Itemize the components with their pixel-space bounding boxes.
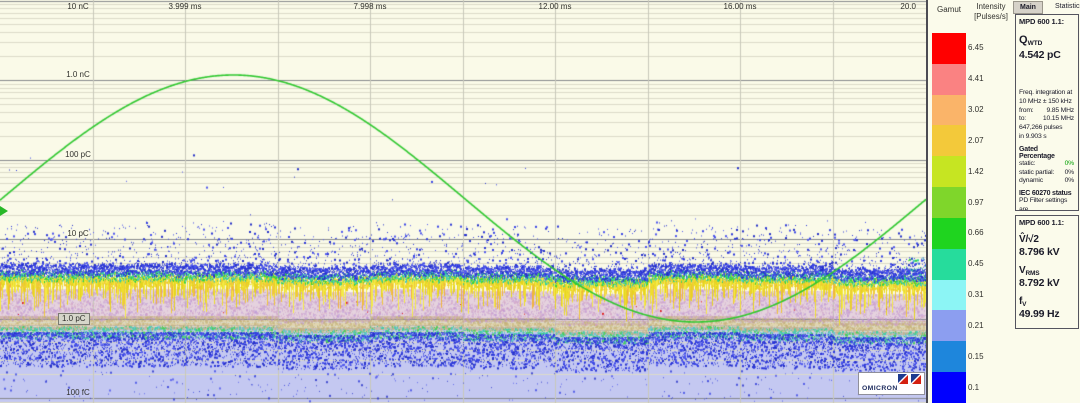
gamut-color-segment xyxy=(932,33,966,64)
y-axis-tick-label: 100 fC xyxy=(66,388,90,397)
gamut-color-segment xyxy=(932,125,966,156)
y-axis-tick-label: 1.0 nC xyxy=(66,70,90,79)
voltage-readings: V̂/√28.796 kV VRMS8.792 kV fV49.99 Hz xyxy=(1019,234,1075,320)
gamut-level-label: 0.45 xyxy=(968,259,1002,268)
gamut-level-label: 0.15 xyxy=(968,352,1002,361)
gamut-level-label: 0.1 xyxy=(968,383,1002,392)
freq-from-row: from:9.85 MHz xyxy=(1019,107,1075,116)
voltage-symbol: VRMS xyxy=(1019,265,1075,276)
iec-status-line: PD Filter settings are xyxy=(1019,197,1075,211)
gamut-colorbar xyxy=(932,33,966,403)
iec-status-message: PD Filter settings areoutside of thereco… xyxy=(1019,197,1075,211)
gated-percentage-rows: static:0%static partial:0%dynamic0% xyxy=(1019,160,1075,186)
omicron-logo-icon xyxy=(898,374,922,385)
freq-integration-line: 10 MHz ± 150 kHz xyxy=(1019,98,1075,107)
gamut-level-label: 6.45 xyxy=(968,43,1002,52)
voltage-symbol: V̂/√2 xyxy=(1019,234,1075,245)
gamut-level-label: 0.66 xyxy=(968,228,1002,237)
gamut-color-segment xyxy=(932,64,966,95)
freq-integration-info: Freq. integration at10 MHz ± 150 kHz xyxy=(1019,89,1075,107)
iec-status-header: IEC 60270 status xyxy=(1019,190,1075,197)
gamut-level-label: 0.21 xyxy=(968,321,1002,330)
y-axis-tick-label: 100 pC xyxy=(65,150,91,159)
tab-strip: Main Statistics xyxy=(1013,1,1080,14)
gated-percentage-header: Gated Percentage xyxy=(1019,146,1075,160)
mpd-charge-panel: MPD 600 1.1: QWTD 4.542 pC Freq. integra… xyxy=(1015,14,1079,211)
gamut-color-segment xyxy=(932,218,966,249)
voltage-symbol: fV xyxy=(1019,296,1075,307)
tab-statistics[interactable]: Statistics xyxy=(1049,1,1080,14)
gamut-color-segment xyxy=(932,187,966,218)
acquisition-time: in 9.903 s xyxy=(1019,133,1075,142)
gamut-level-label: 0.97 xyxy=(968,198,1002,207)
mpd-voltage-panel: MPD 600 1.1: V̂/√28.796 kV VRMS8.792 kV fV… xyxy=(1015,215,1079,329)
x-axis-tick-label: 3.999 ms xyxy=(169,2,202,11)
gated-row: static partial:0% xyxy=(1019,169,1075,178)
omicron-logo: OMICRON xyxy=(858,372,925,395)
gamut-color-segment xyxy=(932,372,966,403)
pulse-count: 647,266 pulses xyxy=(1019,124,1075,133)
gamut-color-segment xyxy=(932,280,966,311)
prpd-scatter-canvas xyxy=(0,0,926,403)
x-axis-tick-label: 12.00 ms xyxy=(539,2,572,11)
prpd-plot-area[interactable]: 3.999 ms 7.998 ms 12.00 ms 16.00 ms 20.0 10 … xyxy=(0,0,928,403)
y-axis-tick-label: 10 nC xyxy=(67,2,88,11)
gamut-level-label: 2.07 xyxy=(968,136,1002,145)
freq-integration-line: Freq. integration at xyxy=(1019,89,1075,98)
gamut-level-label: 4.41 xyxy=(968,74,1002,83)
gamut-level-label: 1.42 xyxy=(968,167,1002,176)
gamut-color-segment xyxy=(932,156,966,187)
intensity-axis-title: Intensity [Pulses/s] xyxy=(966,2,1016,22)
gamut-level-label: 0.31 xyxy=(968,290,1002,299)
omicron-logo-text: OMICRON xyxy=(862,385,898,392)
gamut-level-label: 3.02 xyxy=(968,105,1002,114)
voltage-value: 8.796 kV xyxy=(1019,246,1075,258)
qwtd-value: 4.542 pC xyxy=(1019,49,1075,61)
voltage-value: 8.792 kV xyxy=(1019,277,1075,289)
noise-floor-label[interactable]: 1.0 pC xyxy=(58,313,90,325)
gamut-title: Gamut xyxy=(930,5,968,14)
freq-to-row: to:10.15 MHz xyxy=(1019,115,1075,124)
device-label: MPD 600 1.1: xyxy=(1019,218,1075,227)
gamut-color-segment xyxy=(932,341,966,372)
gamut-color-segment xyxy=(932,310,966,341)
voltage-zero-marker-icon[interactable] xyxy=(0,206,8,216)
intensity-title-line1: Intensity xyxy=(966,2,1016,12)
tab-main[interactable]: Main xyxy=(1013,1,1043,14)
device-label: MPD 600 1.1: xyxy=(1019,17,1075,26)
mpd-software-screen: 3.999 ms 7.998 ms 12.00 ms 16.00 ms 20.0 10 … xyxy=(0,0,1080,403)
gamut-color-segment xyxy=(932,95,966,126)
gamut-color-segment xyxy=(932,249,966,280)
gated-row: dynamic0% xyxy=(1019,177,1075,186)
voltage-value: 49.99 Hz xyxy=(1019,308,1075,320)
intensity-title-line2: [Pulses/s] xyxy=(966,12,1016,22)
x-axis-tick-label: 16.00 ms xyxy=(724,2,757,11)
y-axis-tick-label: 10 pC xyxy=(67,229,88,238)
x-axis-tick-label: 7.998 ms xyxy=(354,2,387,11)
gated-row: static:0% xyxy=(1019,160,1075,169)
x-axis-tick-label: 20.0 xyxy=(900,2,916,11)
qwtd-symbol: QWTD xyxy=(1019,30,1075,48)
